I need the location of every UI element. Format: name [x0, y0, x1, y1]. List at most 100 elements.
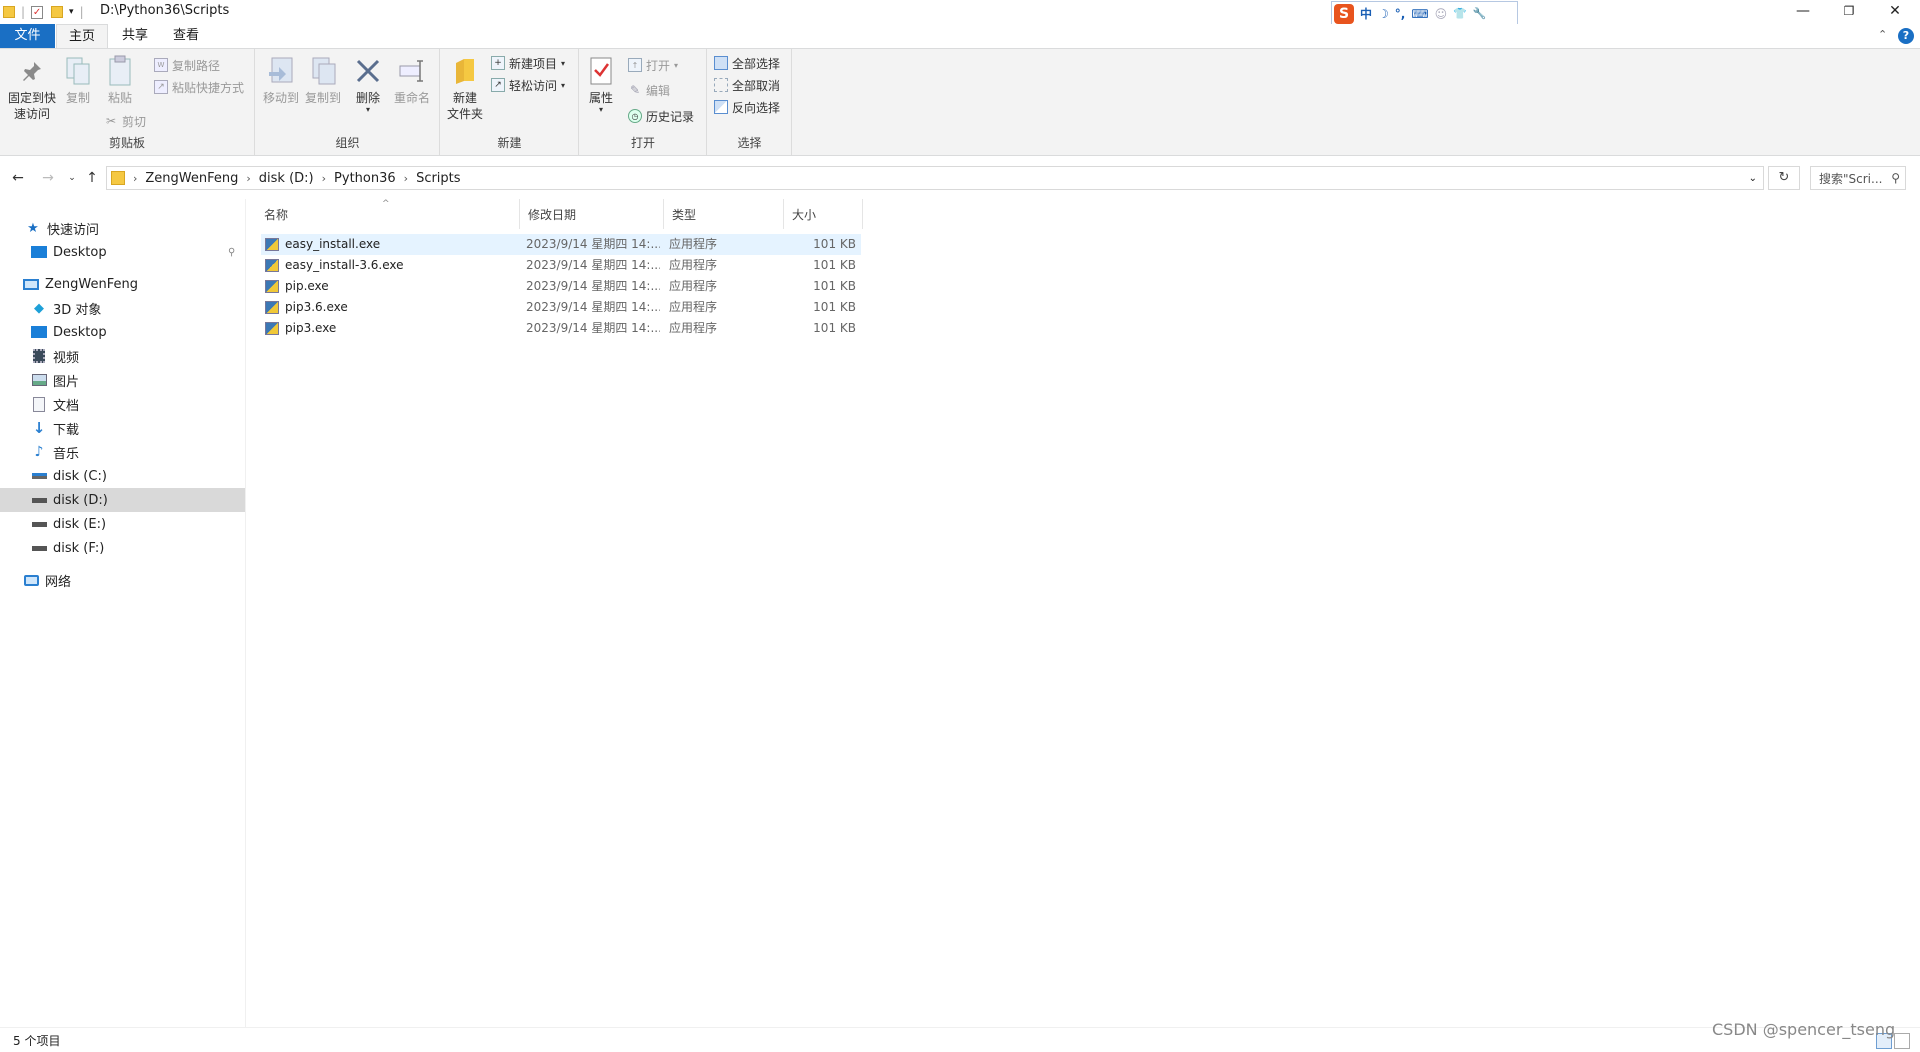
new-item-button[interactable]: + 新建项目 ▾ — [491, 53, 565, 73]
address-dropdown-icon[interactable]: ⌄ — [1749, 173, 1757, 184]
paste-button[interactable]: 粘贴 — [104, 55, 136, 106]
group-open: 属性 ▾ ↑ 打开 ▾ ✎ 编辑 ◷ 历史记录 打开 — [580, 49, 707, 155]
nav-network[interactable]: 网络 — [0, 568, 245, 592]
minimize-button[interactable]: — — [1780, 0, 1826, 22]
watermark: CSDN @spencer_tseng — [1712, 1020, 1896, 1039]
table-row[interactable]: pip3.exe 2023/9/14 星期四 14:... 应用程序 101 K… — [261, 318, 861, 339]
column-header-type[interactable]: 类型 — [664, 199, 784, 229]
ime-tools-icon[interactable]: 🔧 — [1473, 7, 1487, 20]
breadcrumb-disk-d[interactable]: disk (D:) — [253, 171, 320, 186]
nav-pictures[interactable]: 图片 — [0, 368, 245, 392]
rename-icon — [396, 55, 428, 87]
nav-downloads[interactable]: ↓ 下载 — [0, 416, 245, 440]
pin-quick-access-button[interactable]: 固定到快 速访问 — [4, 55, 60, 122]
properties-dropdown-icon[interactable]: ▾ — [584, 106, 618, 114]
breadcrumb-zengwenfeng[interactable]: ZengWenFeng — [139, 171, 244, 186]
copy-button[interactable]: 复制 — [62, 55, 94, 106]
large-icons-view-icon[interactable] — [1894, 1033, 1910, 1049]
delete-button[interactable]: 删除 ▾ — [352, 55, 384, 114]
video-icon — [31, 348, 47, 364]
column-header-modified[interactable]: 修改日期 — [520, 199, 664, 229]
address-bar[interactable]: › ZengWenFeng › disk (D:) › Python36 › S… — [106, 166, 1764, 190]
ime-punctuation-icon[interactable]: °, — [1395, 7, 1406, 21]
tab-share[interactable]: 共享 — [112, 24, 158, 48]
rename-button[interactable]: 重命名 — [392, 55, 432, 106]
breadcrumb-python36[interactable]: Python36 — [328, 171, 402, 186]
restore-button[interactable]: ❐ — [1826, 0, 1872, 22]
explorer-window: | ✓ ▾ | D:\Python36\Scripts — ❐ ✕ S 中 ☽ … — [0, 0, 1920, 1052]
nav-disk-e[interactable]: disk (E:) — [0, 512, 245, 536]
open-button[interactable]: ↑ 打开 ▾ — [628, 55, 678, 75]
delete-label: 删除 — [355, 91, 380, 105]
new-folder-icon[interactable] — [51, 6, 64, 18]
forward-arrow-icon[interactable]: → — [38, 167, 58, 189]
nav-music[interactable]: ♪ 音乐 — [0, 440, 245, 464]
sogou-logo-icon[interactable]: S — [1334, 3, 1354, 24]
nav-quick-access[interactable]: ★ 快速访问 — [0, 216, 245, 240]
properties-check-icon[interactable]: ✓ — [31, 5, 44, 19]
navigation-pane: ★ 快速访问 Desktop ⚲ ZengWenFeng ◆ 3D 对象 Des… — [0, 199, 246, 1027]
nav-qa-desktop[interactable]: Desktop ⚲ — [0, 240, 245, 264]
copy-path-label: 复制路径 — [172, 58, 221, 73]
breadcrumb-chevron-icon[interactable]: › — [131, 172, 139, 185]
delete-dropdown-icon[interactable]: ▾ — [352, 106, 384, 114]
nav-3d-objects[interactable]: ◆ 3D 对象 — [0, 296, 245, 320]
table-row[interactable]: easy_install.exe 2023/9/14 星期四 14:... 应用… — [261, 234, 861, 255]
copy-path-icon: W — [154, 58, 168, 72]
nav-disk-d[interactable]: disk (D:) — [0, 488, 245, 512]
column-header-name[interactable]: 名称 — [256, 199, 520, 229]
breadcrumb-chevron-icon[interactable]: › — [244, 172, 252, 185]
table-row[interactable]: pip.exe 2023/9/14 星期四 14:... 应用程序 101 KB — [261, 276, 861, 297]
history-button[interactable]: ◷ 历史记录 — [628, 106, 694, 126]
ime-keyboard-icon[interactable]: ⌨ — [1411, 7, 1428, 21]
column-header-size[interactable]: 大小 — [784, 199, 863, 229]
ime-chinese-mode[interactable]: 中 — [1360, 5, 1372, 22]
nav-videos[interactable]: 视频 — [0, 344, 245, 368]
file-name: easy_install.exe — [285, 237, 381, 251]
tab-home[interactable]: 主页 — [56, 24, 108, 48]
tab-file[interactable]: 文件 — [0, 24, 55, 48]
paste-shortcut-button[interactable]: ↗ 粘贴快捷方式 — [154, 77, 244, 97]
file-modified: 2023/9/14 星期四 14:... — [526, 279, 660, 293]
easy-access-button[interactable]: ↗ 轻松访问 ▾ — [491, 75, 565, 95]
nav-documents[interactable]: 文档 — [0, 392, 245, 416]
table-row[interactable]: pip3.6.exe 2023/9/14 星期四 14:... 应用程序 101… — [261, 297, 861, 318]
copy-to-button[interactable]: 复制到 — [304, 55, 342, 106]
invert-selection-button[interactable]: 反向选择 — [714, 97, 780, 117]
table-row[interactable]: easy_install-3.6.exe 2023/9/14 星期四 14:..… — [261, 255, 861, 276]
nav-label: 快速访问 — [47, 222, 100, 238]
select-all-button[interactable]: 全部选择 — [714, 53, 780, 73]
help-icon[interactable]: ? — [1898, 28, 1914, 44]
refresh-icon[interactable]: ↻ — [1768, 166, 1800, 190]
select-none-button[interactable]: 全部取消 — [714, 75, 780, 95]
nav-disk-f[interactable]: disk (F:) — [0, 536, 245, 560]
breadcrumb-chevron-icon[interactable]: › — [320, 172, 328, 185]
customize-dropdown-icon[interactable]: ▾ — [69, 7, 74, 17]
recent-locations-icon[interactable]: ⌄ — [62, 167, 82, 189]
collapse-ribbon-icon[interactable]: ⌃ — [1878, 28, 1887, 41]
nav-desktop[interactable]: Desktop — [0, 320, 245, 344]
breadcrumb-chevron-icon[interactable]: › — [402, 172, 410, 185]
ime-moon-icon[interactable]: ☽ — [1378, 7, 1389, 21]
search-box[interactable]: 搜索"Scri... ⚲ — [1810, 166, 1906, 190]
new-folder-label-1: 新建 — [452, 91, 477, 105]
file-type: 应用程序 — [669, 279, 718, 293]
breadcrumb-scripts[interactable]: Scripts — [410, 171, 466, 186]
up-arrow-icon[interactable]: ↑ — [82, 167, 102, 189]
tab-view[interactable]: 查看 — [163, 24, 209, 48]
edit-button[interactable]: ✎ 编辑 — [628, 80, 670, 100]
cut-button[interactable]: ✂ 剪切 — [104, 111, 146, 131]
ime-skin-icon[interactable]: 👕 — [1453, 7, 1467, 20]
copy-icon — [62, 55, 94, 87]
nav-this-pc[interactable]: ZengWenFeng — [0, 272, 245, 296]
close-button[interactable]: ✕ — [1872, 0, 1918, 22]
properties-button[interactable]: 属性 ▾ — [584, 55, 618, 114]
copy-path-button[interactable]: W 复制路径 — [154, 55, 220, 75]
python-exe-icon — [265, 318, 281, 339]
ime-user-icon[interactable]: ☺ — [1435, 7, 1448, 21]
new-folder-button[interactable]: 新建 文件夹 — [445, 55, 485, 122]
nav-disk-c[interactable]: disk (C:) — [0, 464, 245, 488]
back-arrow-icon[interactable]: ← — [8, 167, 28, 189]
move-to-button[interactable]: 移动到 — [262, 55, 300, 106]
file-type: 应用程序 — [669, 258, 718, 272]
